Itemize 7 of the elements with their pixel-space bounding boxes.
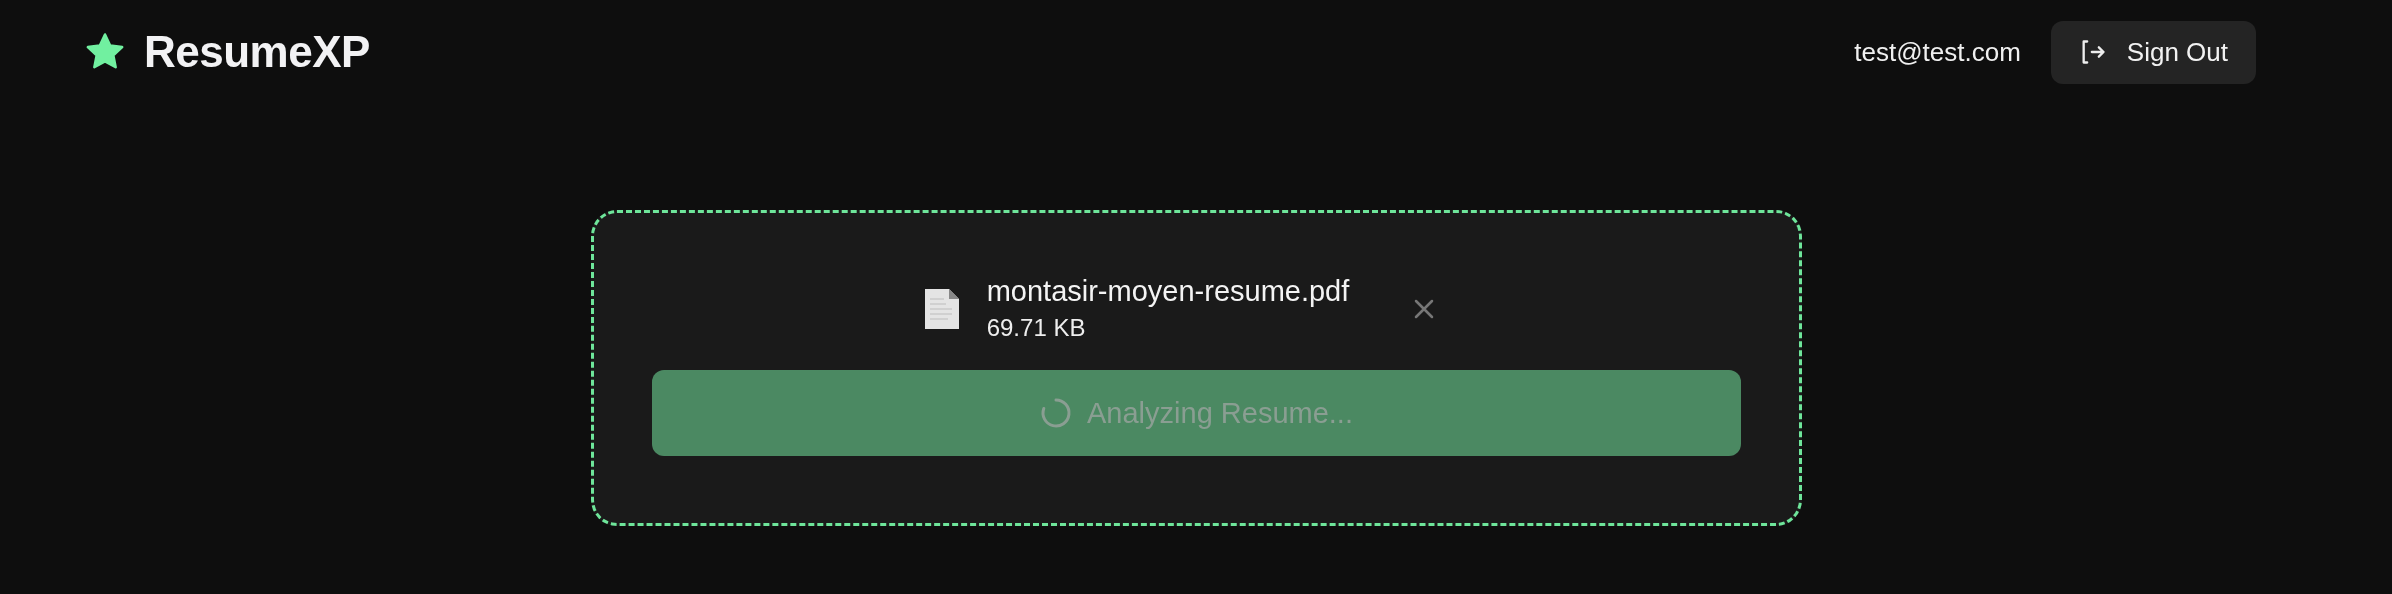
file-size: 69.71 KB <box>986 314 1087 342</box>
user-email: test@test.com <box>1854 36 2021 68</box>
spinner-icon <box>1039 396 1073 430</box>
document-icon <box>922 286 961 331</box>
brand-name: ResumeXP <box>144 27 370 77</box>
file-name: montasir-moyen-resume.pdf <box>986 275 1350 308</box>
sign-out-button[interactable]: Sign Out <box>2050 20 2256 84</box>
